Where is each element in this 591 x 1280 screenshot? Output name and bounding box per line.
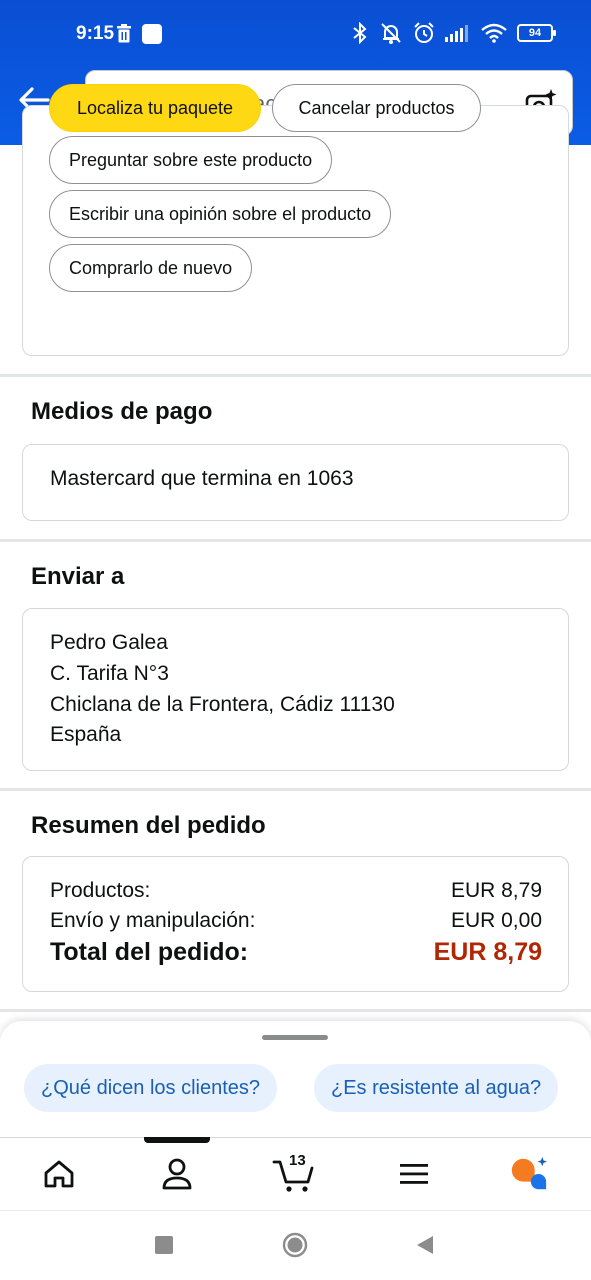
home-nav-button[interactable] [282, 1232, 308, 1263]
assistant-suggestions-sheet: ¿Qué dicen los clientes? ¿Es resistente … [0, 1021, 591, 1141]
section-divider [0, 788, 591, 791]
suggestion-chip-waterproof[interactable]: ¿Es resistente al agua? [314, 1064, 559, 1112]
write-review-button[interactable]: Escribir una opinión sobre el producto [49, 190, 392, 238]
section-divider [0, 539, 591, 542]
status-bar: 9:15 94 [0, 0, 591, 66]
recents-button[interactable] [155, 1236, 173, 1254]
tab-menu[interactable] [394, 1154, 434, 1194]
bottom-tab-bar: 13 [0, 1137, 591, 1210]
status-time: 9:15 [76, 23, 115, 44]
cart-count: 13 [289, 1152, 306, 1169]
wifi-icon [481, 23, 507, 43]
person-icon [162, 1158, 192, 1190]
alarm-icon [414, 22, 434, 43]
circle-icon [282, 1232, 308, 1258]
ask-product-button[interactable]: Preguntar sobre este producto [49, 136, 333, 184]
trash-icon [117, 24, 131, 43]
tab-account[interactable] [157, 1154, 197, 1194]
address-city: Chiclana de la Frontera, Cádiz 11130 [50, 693, 395, 716]
payment-title: Medios de pago [31, 398, 213, 425]
products-row: Productos: EUR 8,79 [50, 879, 542, 903]
active-tab-indicator [144, 1137, 210, 1143]
tab-cart[interactable]: 13 [272, 1152, 318, 1194]
shipping-card: Pedro Galea C. Tarifa N°3 Chiclana de la… [22, 608, 569, 771]
notification-app-icon [142, 24, 162, 44]
products-label: Productos: [50, 879, 151, 902]
status-icons: 94 [351, 20, 556, 46]
section-divider [0, 1009, 591, 1012]
shipping-title: Enviar a [31, 563, 125, 590]
total-label: Total del pedido: [50, 938, 249, 966]
battery-icon: 94 [517, 24, 556, 42]
shipping-cost-row: Envío y manipulación: EUR 0,00 [50, 909, 542, 933]
mute-bell-icon [381, 23, 401, 44]
shipping-cost-label: Envío y manipulación: [50, 909, 256, 932]
tab-home[interactable] [39, 1154, 79, 1194]
signal-icon [445, 25, 468, 42]
home-icon [44, 1160, 74, 1188]
triangle-back-icon [417, 1236, 433, 1254]
address-street: C. Tarifa N°3 [50, 662, 169, 685]
total-value: EUR 8,79 [433, 938, 542, 966]
summary-card: Productos: EUR 8,79 Envío y manipulación… [22, 856, 569, 992]
payment-card: Mastercard que termina en 1063 [22, 444, 569, 521]
recipient-name: Pedro Galea [50, 631, 168, 654]
sheet-drag-handle[interactable] [262, 1035, 328, 1040]
cancel-products-button[interactable]: Cancelar productos [272, 84, 481, 132]
total-row: Total del pedido: EUR 8,79 [50, 938, 542, 967]
address-country: España [50, 723, 122, 746]
square-icon [155, 1236, 173, 1254]
menu-icon [400, 1164, 428, 1184]
order-actions-card: Localiza tu paquete Cancelar productos P… [22, 84, 569, 356]
assistant-icon [511, 1156, 548, 1190]
payment-method: Mastercard que termina en 1063 [50, 467, 354, 490]
system-nav-bar [0, 1210, 591, 1280]
buy-again-button[interactable]: Comprarlo de nuevo [49, 244, 253, 292]
shipping-cost-value: EUR 0,00 [450, 909, 542, 932]
bluetooth-icon [353, 22, 367, 44]
suggestion-chip-reviews[interactable]: ¿Qué dicen los clientes? [24, 1064, 278, 1112]
back-nav-button[interactable] [415, 1235, 435, 1260]
track-package-button[interactable]: Localiza tu paquete [49, 84, 261, 132]
summary-title: Resumen del pedido [31, 812, 266, 839]
section-divider [0, 374, 591, 377]
battery-level: 94 [528, 27, 542, 39]
products-value: EUR 8,79 [450, 879, 542, 902]
tab-rufus-assistant[interactable] [508, 1154, 548, 1194]
